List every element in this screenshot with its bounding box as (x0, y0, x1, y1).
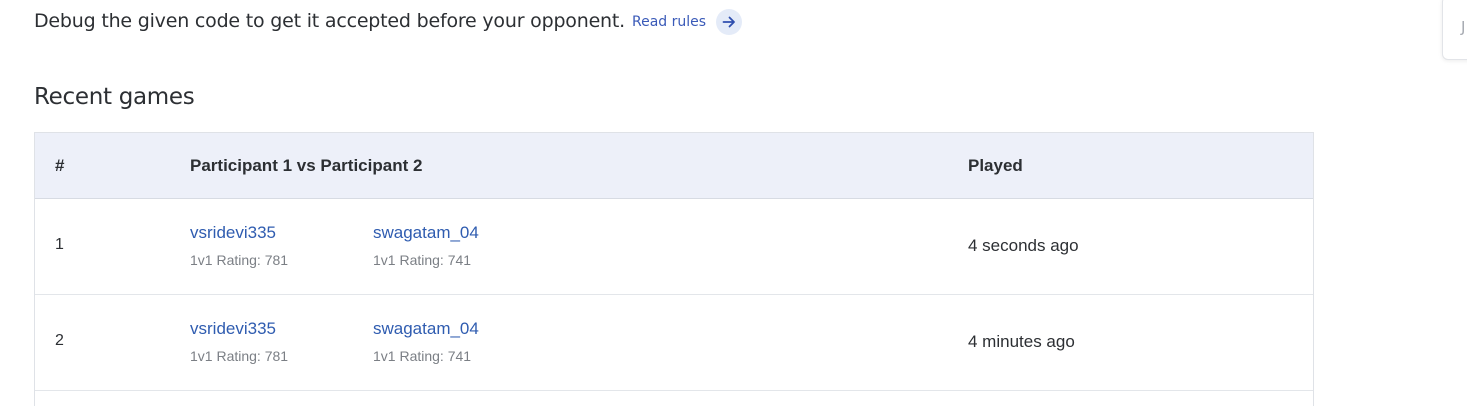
participant-1-rating: 1v1 Rating: 781 (190, 348, 289, 364)
participant-1: vsridevi335 1v1 Rating: 781 (190, 223, 288, 268)
column-header-participants: Participant 1 vs Participant 2 (190, 156, 423, 175)
page: Debug the given code to get it accepted … (0, 0, 1467, 406)
participant-2: swagatam_04 1v1 Rating: 741 (373, 319, 479, 364)
arrow-right-glyph (722, 16, 735, 28)
participant-2-name[interactable]: swagatam_04 (373, 223, 479, 243)
participant-2-rating: 1v1 Rating: 741 (373, 348, 472, 364)
participant-2-name[interactable]: swagatam_04 (373, 319, 479, 339)
played-time: 4 seconds ago (968, 236, 1079, 255)
recent-games-table: # Participant 1 vs Participant 2 Played … (34, 132, 1314, 406)
intro-text: Debug the given code to get it accepted … (34, 10, 625, 32)
participant-1-name[interactable]: vsridevi335 (190, 223, 288, 243)
read-rules-link[interactable]: Read rules (632, 14, 706, 30)
table-header: # Participant 1 vs Participant 2 Played (35, 133, 1313, 199)
participant-2-rating: 1v1 Rating: 741 (373, 252, 472, 268)
column-header-number: # (55, 156, 65, 175)
side-widget[interactable]: J (1442, 0, 1467, 60)
participant-1-name[interactable]: vsridevi335 (190, 319, 288, 339)
section-title: Recent games (34, 84, 195, 110)
participant-1: vsridevi335 1v1 Rating: 781 (190, 319, 288, 364)
side-widget-letter: J (1461, 18, 1466, 36)
played-time: 4 minutes ago (968, 332, 1075, 351)
table-row: 1 vsridevi335 1v1 Rating: 781 swagatam_0… (35, 199, 1313, 295)
column-header-played: Played (968, 156, 1023, 175)
intro-line: Debug the given code to get it accepted … (34, 6, 743, 36)
participant-1-rating: 1v1 Rating: 781 (190, 252, 289, 268)
game-number: 1 (55, 236, 64, 253)
arrow-right-icon[interactable] (716, 9, 743, 35)
table-row: 2 vsridevi335 1v1 Rating: 781 swagatam_0… (35, 295, 1313, 391)
game-number: 2 (55, 332, 64, 349)
participant-2: swagatam_04 1v1 Rating: 741 (373, 223, 479, 268)
